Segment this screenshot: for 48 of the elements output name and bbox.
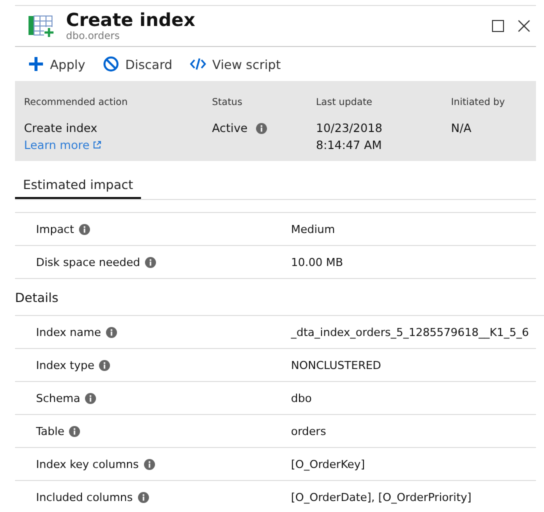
toolbar-button[interactable]: Apply xyxy=(28,56,86,72)
info-icon[interactable] xyxy=(138,492,149,502)
row-value: [O_OrderKey] xyxy=(291,458,366,470)
info-icon[interactable] xyxy=(256,123,267,134)
column-heading: Initiated by xyxy=(451,97,506,108)
summary-value: Create index xyxy=(24,120,98,137)
panel-subtitle: dbo.orders xyxy=(66,31,121,42)
block-icon xyxy=(103,56,120,72)
row-label: Index key columns xyxy=(36,458,139,470)
summary-value: 10/23/2018 xyxy=(316,120,382,137)
row-label: Impact xyxy=(36,222,74,236)
row-value: _dta_index_orders_5_1285579618__K1_5_6 xyxy=(291,326,530,338)
row-value: Medium xyxy=(291,222,336,236)
row-label: Index type xyxy=(36,358,94,372)
plus-icon xyxy=(28,56,44,72)
maximize-icon[interactable] xyxy=(492,20,504,32)
column-heading: Recommended action xyxy=(24,97,129,108)
info-icon[interactable] xyxy=(145,256,156,268)
row-label: Disk space needed xyxy=(36,256,140,268)
info-icon[interactable] xyxy=(69,426,80,436)
row-value: [O_OrderDate], [O_OrderPriority] xyxy=(291,490,472,504)
info-icon[interactable] xyxy=(144,458,155,470)
section-heading: Details xyxy=(15,290,58,304)
row-label: Schema xyxy=(36,392,80,404)
row-value: orders xyxy=(291,424,328,438)
row-value: 10.00 MB xyxy=(291,256,344,268)
row-label: Table xyxy=(36,424,64,438)
summary-value: 8:14:47 AM xyxy=(316,137,382,154)
summary-value: Active xyxy=(212,120,248,137)
table-add-icon xyxy=(28,14,54,38)
info-icon[interactable] xyxy=(79,224,90,234)
row-value: NONCLUSTERED xyxy=(291,358,382,372)
row-value: dbo xyxy=(291,392,313,404)
panel-title: Create index xyxy=(66,10,196,31)
toolbar-button[interactable]: View script xyxy=(190,56,281,72)
toolbar-button[interactable]: Discard xyxy=(103,56,172,72)
close-icon[interactable] xyxy=(518,20,530,32)
summary-value: N/A xyxy=(451,120,472,137)
info-icon[interactable] xyxy=(106,326,117,338)
column-heading: Last update xyxy=(316,97,374,108)
row-label: Included columns xyxy=(36,490,133,504)
info-icon[interactable] xyxy=(99,360,110,370)
tab[interactable]: Estimated impact xyxy=(15,173,142,199)
row-label: Index name xyxy=(36,326,101,338)
external-link-icon xyxy=(92,141,101,149)
code-icon xyxy=(190,57,206,71)
info-icon[interactable] xyxy=(85,392,96,404)
column-heading: Status xyxy=(212,97,244,108)
